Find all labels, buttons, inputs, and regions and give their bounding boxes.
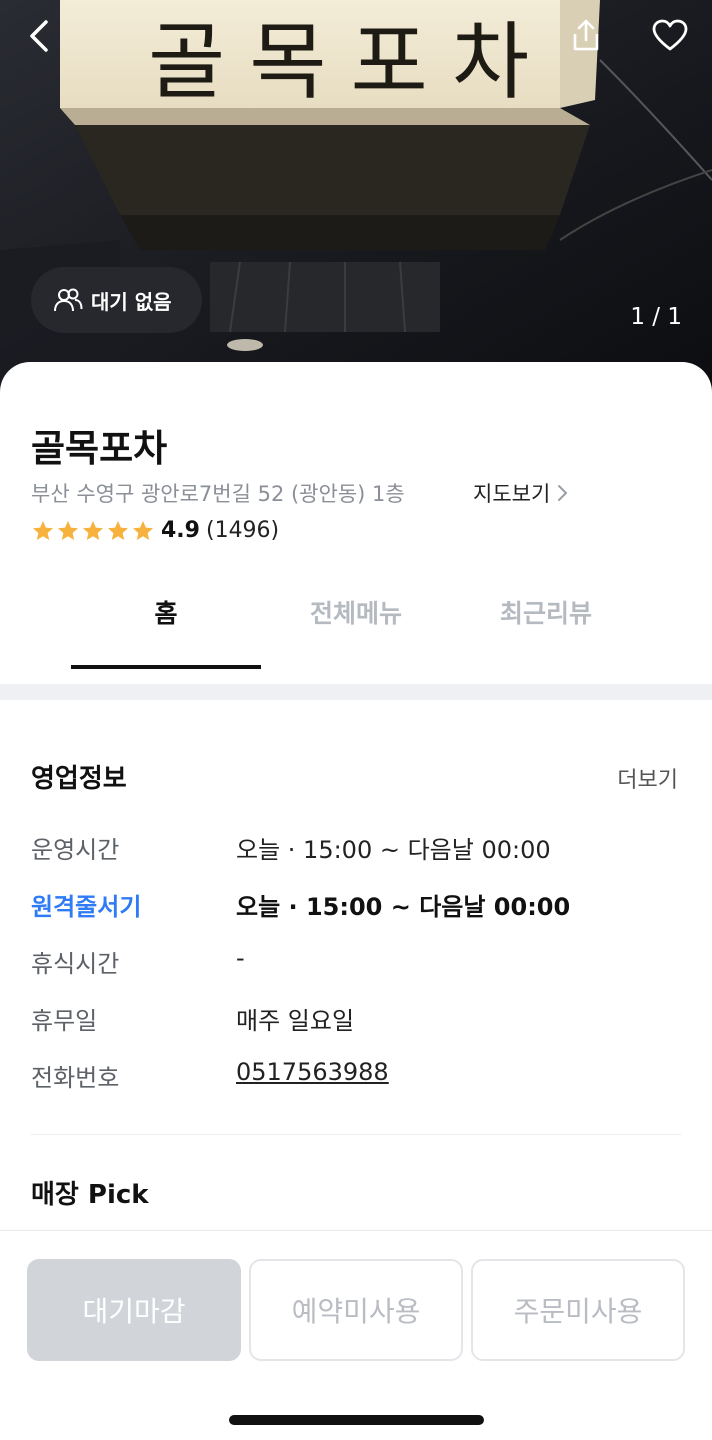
star-icon [58,520,78,540]
view-map-link[interactable]: 지도보기 [473,478,568,508]
phone-number-link[interactable]: 0517563988 [236,1058,389,1086]
section-divider [0,684,712,700]
tab-full-menu[interactable]: 전체메뉴 [261,594,451,630]
rating-row: 4.9 (1496) [31,518,279,543]
order-button[interactable]: 주문미사용 [471,1259,685,1361]
store-pick-title: 매장 Pick [31,1180,149,1210]
star-icon [133,520,153,540]
info-label: 전화번호 [31,1064,120,1092]
star-icon [108,520,128,540]
info-value: 오늘 · 15:00 ~ 다음날 00:00 [236,893,571,921]
star-rating [31,519,155,543]
view-map-label: 지도보기 [473,482,551,506]
store-address: 부산 수영구 광안로7번길 52 (광안동) 1층 [31,482,405,506]
rating-score: 4.9 [161,518,200,543]
tab-home[interactable]: 홈 [71,594,261,630]
bottom-action-bar: 대기마감 예약미사용 주문미사용 [0,1230,712,1440]
review-count: (1496) [205,518,280,543]
back-button[interactable] [22,16,62,56]
home-indicator [229,1415,484,1425]
active-tab-indicator [71,665,261,669]
share-icon [573,19,599,51]
hero-image: 골목포차 대기 없음 1 / 1 [0,0,712,400]
info-label: 휴식시간 [31,950,120,978]
star-icon [83,520,103,540]
tab-recent-reviews[interactable]: 최근리뷰 [451,594,641,630]
heart-icon [652,19,688,51]
info-row-remote-queue: 원격줄서기 오늘 · 15:00 ~ 다음날 00:00 [31,887,691,927]
chevron-left-icon [30,20,48,52]
business-info-title: 영업정보 [31,764,127,794]
info-label: 운영시간 [31,836,120,864]
info-label: 휴무일 [31,1007,98,1035]
tab-bar: 홈 전체메뉴 최근리뷰 [0,572,712,670]
info-value: 오늘 · 15:00 ~ 다음날 00:00 [236,836,551,864]
info-label: 원격줄서기 [31,893,142,921]
info-row-closed-days: 휴무일 매주 일요일 [31,1001,691,1041]
info-value: - [236,944,245,972]
people-icon [54,288,83,312]
image-pager: 1 / 1 [630,304,682,330]
wait-status-label: 대기 없음 [91,289,172,314]
chevron-right-icon [558,485,568,501]
like-button[interactable] [650,16,690,56]
business-info-more-link[interactable]: 더보기 [617,762,678,794]
star-icon [33,520,53,540]
info-value: 매주 일요일 [236,1007,355,1035]
divider [31,1134,681,1135]
store-name: 골목포차 [31,427,168,470]
wait-status-badge: 대기 없음 [31,267,202,333]
waitlist-closed-button[interactable]: 대기마감 [27,1259,241,1361]
info-row-hours: 운영시간 오늘 · 15:00 ~ 다음날 00:00 [31,830,691,870]
sign-lettering: 골목포차 [148,13,554,111]
reservation-button[interactable]: 예약미사용 [249,1259,463,1361]
info-row-break-time: 휴식시간 - [31,944,691,984]
info-row-phone: 전화번호 0517563988 [31,1058,691,1098]
share-button[interactable] [566,16,606,56]
